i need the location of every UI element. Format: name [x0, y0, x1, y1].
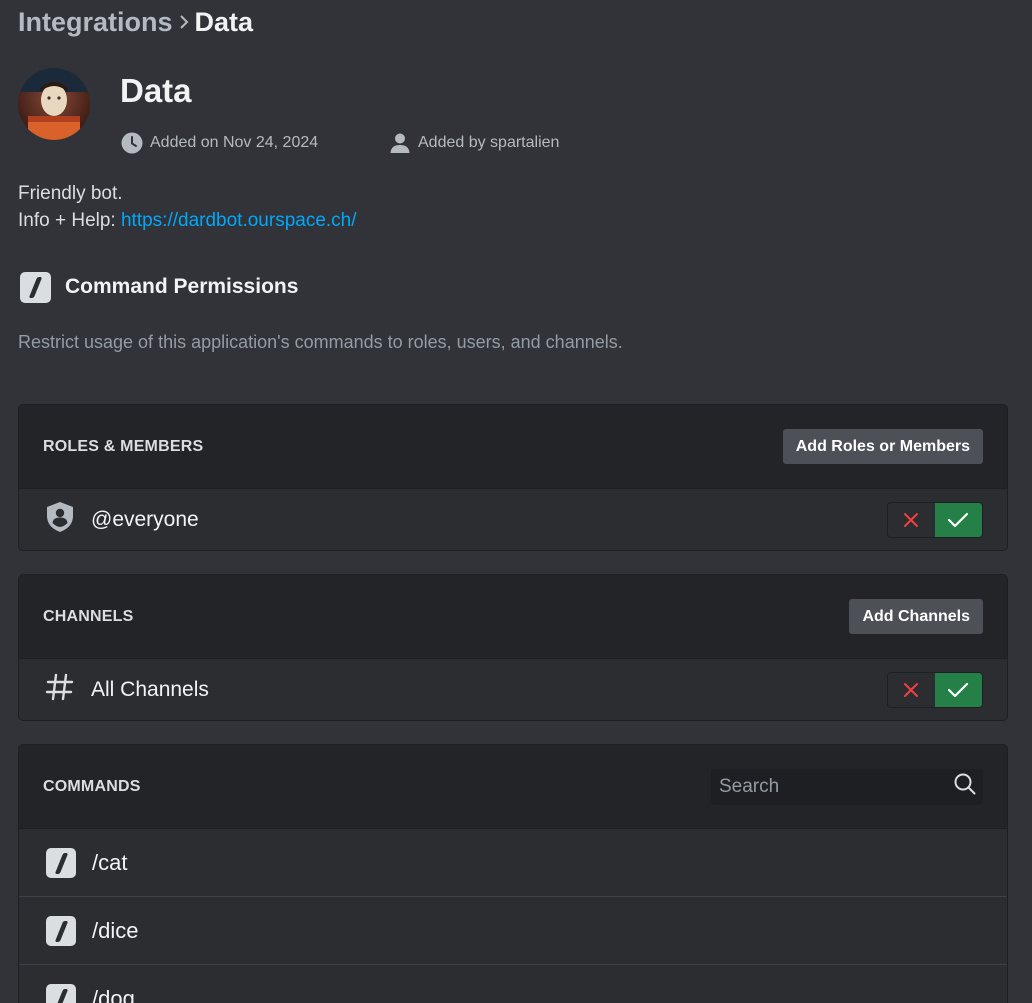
breadcrumb-integrations-link[interactable]: Integrations	[18, 7, 173, 38]
help-link[interactable]: https://dardbot.ourspace.ch/	[121, 210, 357, 231]
channels-label: CHANNELS	[43, 607, 134, 625]
app-avatar	[18, 68, 90, 140]
deny-button[interactable]	[888, 672, 935, 707]
commands-label: COMMANDS	[43, 777, 141, 795]
command-permissions-subtitle: Restrict usage of this application's com…	[18, 332, 623, 352]
added-on-meta: Added on Nov 24, 2024	[120, 131, 318, 155]
check-icon	[948, 512, 969, 527]
command-permissions-heading: Command Permissions	[20, 270, 298, 304]
channel-name: All Channels	[91, 677, 209, 701]
hash-icon	[45, 672, 75, 707]
add-roles-or-members-button[interactable]: Add Roles or Members	[782, 429, 983, 464]
command-name: /cat	[92, 849, 128, 875]
slash-command-icon	[46, 847, 76, 878]
added-by-meta: Added by spartalien	[388, 131, 559, 155]
app-name: Data	[120, 72, 192, 109]
allow-button[interactable]	[934, 502, 982, 537]
search-icon[interactable]	[953, 772, 977, 801]
user-icon	[388, 131, 412, 155]
permission-toggle	[887, 501, 983, 538]
added-on-text: Added on Nov 24, 2024	[150, 134, 319, 151]
breadcrumb: Integrations Data	[18, 4, 253, 40]
description-text: Friendly bot.	[18, 183, 123, 204]
role-row-everyone: @everyone	[19, 489, 1007, 550]
permission-toggle	[887, 671, 983, 708]
command-name: /dice	[92, 917, 139, 943]
add-channels-button[interactable]: Add Channels	[849, 599, 983, 634]
roles-members-card: ROLES & MEMBERS Add Roles or Members @ev…	[18, 404, 1008, 551]
x-icon	[904, 512, 919, 527]
chevron-right-icon	[173, 4, 195, 40]
command-row[interactable]: /dog	[19, 965, 1007, 1003]
commands-card: COMMANDS /cat /dice /dog	[18, 744, 1008, 1003]
command-name: /dog	[92, 985, 135, 1003]
app-description: Friendly bot. Info + Help: https://dardb…	[18, 180, 357, 234]
command-row[interactable]: /cat	[19, 829, 1007, 897]
help-label: Info + Help:	[18, 210, 121, 231]
command-search-input[interactable]	[719, 775, 939, 798]
added-by-text: Added by spartalien	[418, 134, 560, 151]
integration-detail-page: Integrations Data Data Added on Nov 24, …	[0, 0, 1032, 1003]
roles-members-header: ROLES & MEMBERS Add Roles or Members	[19, 405, 1007, 489]
role-shield-icon	[45, 501, 75, 538]
channel-row-all: All Channels	[19, 659, 1007, 720]
slash-command-icon	[46, 915, 76, 946]
channels-header: CHANNELS Add Channels	[19, 575, 1007, 659]
command-permissions-title: Command Permissions	[65, 275, 299, 298]
command-row[interactable]: /dice	[19, 897, 1007, 965]
role-name: @everyone	[91, 507, 199, 531]
slash-command-icon	[46, 983, 76, 1003]
deny-button[interactable]	[888, 502, 935, 537]
clock-icon	[120, 131, 144, 155]
command-search	[711, 768, 983, 805]
slash-command-icon	[20, 271, 51, 303]
commands-header: COMMANDS	[19, 745, 1007, 829]
check-icon	[948, 682, 969, 697]
channels-card: CHANNELS Add Channels All Channels	[18, 574, 1008, 721]
breadcrumb-current: Data	[194, 6, 254, 37]
roles-members-label: ROLES & MEMBERS	[43, 437, 204, 455]
x-icon	[904, 682, 919, 697]
allow-button[interactable]	[934, 672, 982, 707]
